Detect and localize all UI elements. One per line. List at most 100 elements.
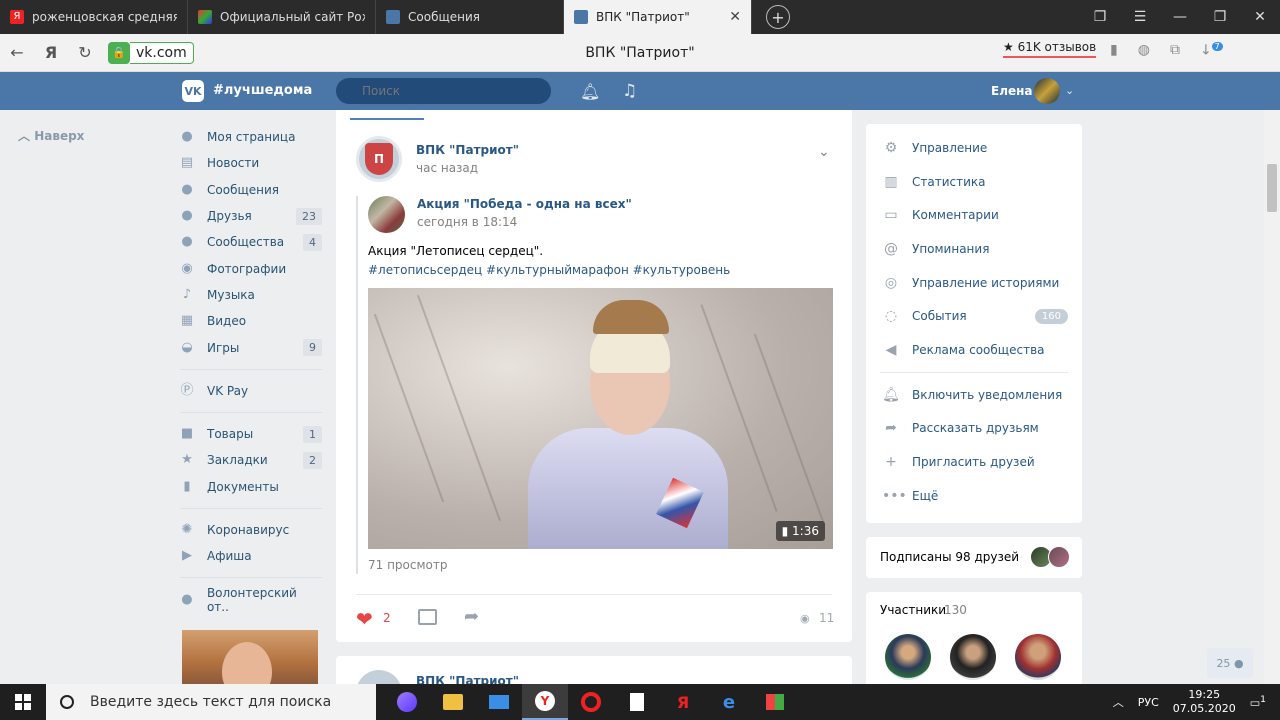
minimize-icon[interactable]: — [1160,9,1200,25]
opera-icon[interactable] [568,684,614,720]
tab-label: Официальный сайт Рожен [220,10,365,24]
nav-goods[interactable]: ■ Товары 1 [180,421,322,447]
menu-mentions[interactable]: @ Упоминания [866,232,1082,266]
browser-tab-2[interactable]: Официальный сайт Рожен [188,0,376,34]
menu-label: Включить уведомления [912,387,1063,402]
repost-avatar[interactable] [368,196,405,233]
menu-tell-friends[interactable]: ➦ Рассказать друзьям [866,412,1082,446]
member-avatar[interactable] [885,634,931,680]
nav-music[interactable]: ♪ Музыка [180,282,322,308]
menu-invite-friends[interactable]: + Пригласить друзей [866,445,1082,479]
nav-volunteer[interactable]: ● Волонтерский от.. [180,586,322,614]
heart-icon[interactable]: ❤ [356,607,373,631]
edge-icon[interactable]: e [706,684,752,720]
member-avatar[interactable] [1015,634,1061,680]
nav-video[interactable]: ▦ Видео [180,308,322,334]
nav-my-page[interactable]: ● Моя страница [180,124,322,150]
menu-stories[interactable]: ◎ Управление историями [866,266,1082,300]
notifications-icon[interactable]: ▭1 [1250,694,1266,710]
header-hashtag[interactable]: #лучшедома [213,83,312,98]
vk-logo-icon[interactable]: VK [182,80,204,102]
nav-documents[interactable]: ▮ Документы [180,474,322,500]
repost-time[interactable]: сегодня в 18:14 [417,215,517,229]
like-count[interactable]: 2 [383,611,391,625]
taskbar-search[interactable]: Введите здесь текст для поиска [46,684,376,720]
menu-events[interactable]: ◌ События 160 [866,299,1082,333]
members-title[interactable]: Участники [880,603,946,617]
mail-icon[interactable] [476,684,522,720]
menu-more[interactable]: ••• Ещё [866,479,1082,513]
menu-icon[interactable]: ☰ [1120,9,1160,25]
new-tab-button[interactable]: + [766,5,790,29]
downloads-icon[interactable]: ↓ 7 [1200,42,1223,59]
browser-tab-4[interactable]: ВПК "Патриот" ✕ [564,0,752,34]
member-avatar[interactable] [950,634,996,680]
browser-tab-1[interactable]: Я роженцовская средняя ш [0,0,188,34]
share-icon: ➦ [885,420,897,437]
maximize-icon[interactable]: ❐ [1200,9,1240,25]
friends-subscribed-box[interactable]: Подписаны 98 друзей [866,537,1082,578]
comment-icon[interactable] [418,609,437,625]
yandex-home-icon[interactable]: Я [34,43,68,62]
nav-groups[interactable]: ● Сообщества 4 [180,229,322,255]
scroll-to-top-link[interactable]: ︿ Наверх [18,127,84,144]
music-icon[interactable]: ♫ [622,81,637,101]
post-hashtags[interactable]: #летописьсердец #культурныймарафон #куль… [368,263,730,277]
share-icon[interactable]: ➦ [464,606,479,627]
windows-start-button[interactable] [0,684,46,720]
nav-messages[interactable]: ● Сообщения [180,177,322,203]
back-arrow-icon[interactable]: ← [0,43,34,62]
url-text[interactable]: vk.com [130,41,194,64]
yandex-browser-icon[interactable]: Y [522,684,568,720]
online-friends-button[interactable]: 25 ● [1207,648,1253,678]
reload-icon[interactable]: ↻ [68,43,102,62]
post-author[interactable]: ВПК "Патриот" [416,143,519,157]
bell-icon[interactable]: 🔔︎ [580,82,600,101]
user-name[interactable]: Елена [991,84,1033,98]
bookmark-icon[interactable]: ▮ [1110,42,1118,59]
menu-stats[interactable]: ▥ Статистика [866,165,1082,199]
bookmarks-panel-icon[interactable]: ❐ [1080,9,1120,25]
nav-games[interactable]: ◒ Игры 9 [180,334,322,360]
close-tab-icon[interactable]: ✕ [729,9,741,25]
nav-news[interactable]: ▤ Новости [180,150,322,176]
tray-chevron-up-icon[interactable]: ︿ [1113,694,1124,710]
video-player[interactable]: ▮ 1:36 [368,288,833,549]
language-indicator[interactable]: РУС [1138,696,1159,709]
ad-photo[interactable] [182,630,318,684]
menu-notifications[interactable]: 🔔︎ Включить уведомления [866,378,1082,412]
nav-photos[interactable]: ◉ Фотографии [180,255,322,281]
browser-tab-3[interactable]: Сообщения [376,0,564,34]
clock[interactable]: 19:25 07.05.2020 [1173,688,1236,716]
clock-time: 19:25 [1188,688,1221,701]
document-icon[interactable] [614,684,660,720]
group-avatar[interactable]: П [356,136,402,182]
chevron-down-icon[interactable]: ⌄ [1065,84,1074,97]
menu-ads[interactable]: ◀ Реклама сообщества [866,333,1082,367]
alice-icon[interactable] [384,684,430,720]
divider [180,411,322,413]
nav-bookmarks[interactable]: ★ Закладки 2 [180,447,322,473]
scrollbar-thumb[interactable] [1267,164,1277,212]
scrollbar[interactable] [1264,110,1280,684]
menu-comments[interactable]: ▭ Комментарии [866,198,1082,232]
file-explorer-icon[interactable] [430,684,476,720]
nav-coronavirus[interactable]: ✺ Коронавирус [180,517,322,543]
globe-icon[interactable]: ◍ [1138,42,1150,59]
yandex-icon[interactable]: Я [660,684,706,720]
url-field[interactable]: 🔒 vk.com [108,41,194,64]
post-time[interactable]: час назад [416,161,478,175]
reviews-badge[interactable]: ★ 61K отзывов [1003,40,1097,58]
repost-author[interactable]: Акция "Победа - одна на всех" [417,197,632,211]
menu-manage[interactable]: ⚙ Управление [866,131,1082,165]
store-icon[interactable] [752,684,798,720]
avatar[interactable] [1034,78,1060,104]
post-menu-chevron-icon[interactable]: ⌄ [818,144,830,160]
nav-label: Новости [207,156,260,171]
search-input[interactable] [336,78,551,104]
nav-vkpay[interactable]: Ⓟ VK Pay [180,378,322,404]
nav-friends[interactable]: ● Друзья 23 [180,203,322,229]
close-window-icon[interactable]: ✕ [1240,9,1280,25]
extensions-icon[interactable]: ⧉ [1170,42,1180,59]
nav-poster[interactable]: ▶ Афиша [180,543,322,569]
